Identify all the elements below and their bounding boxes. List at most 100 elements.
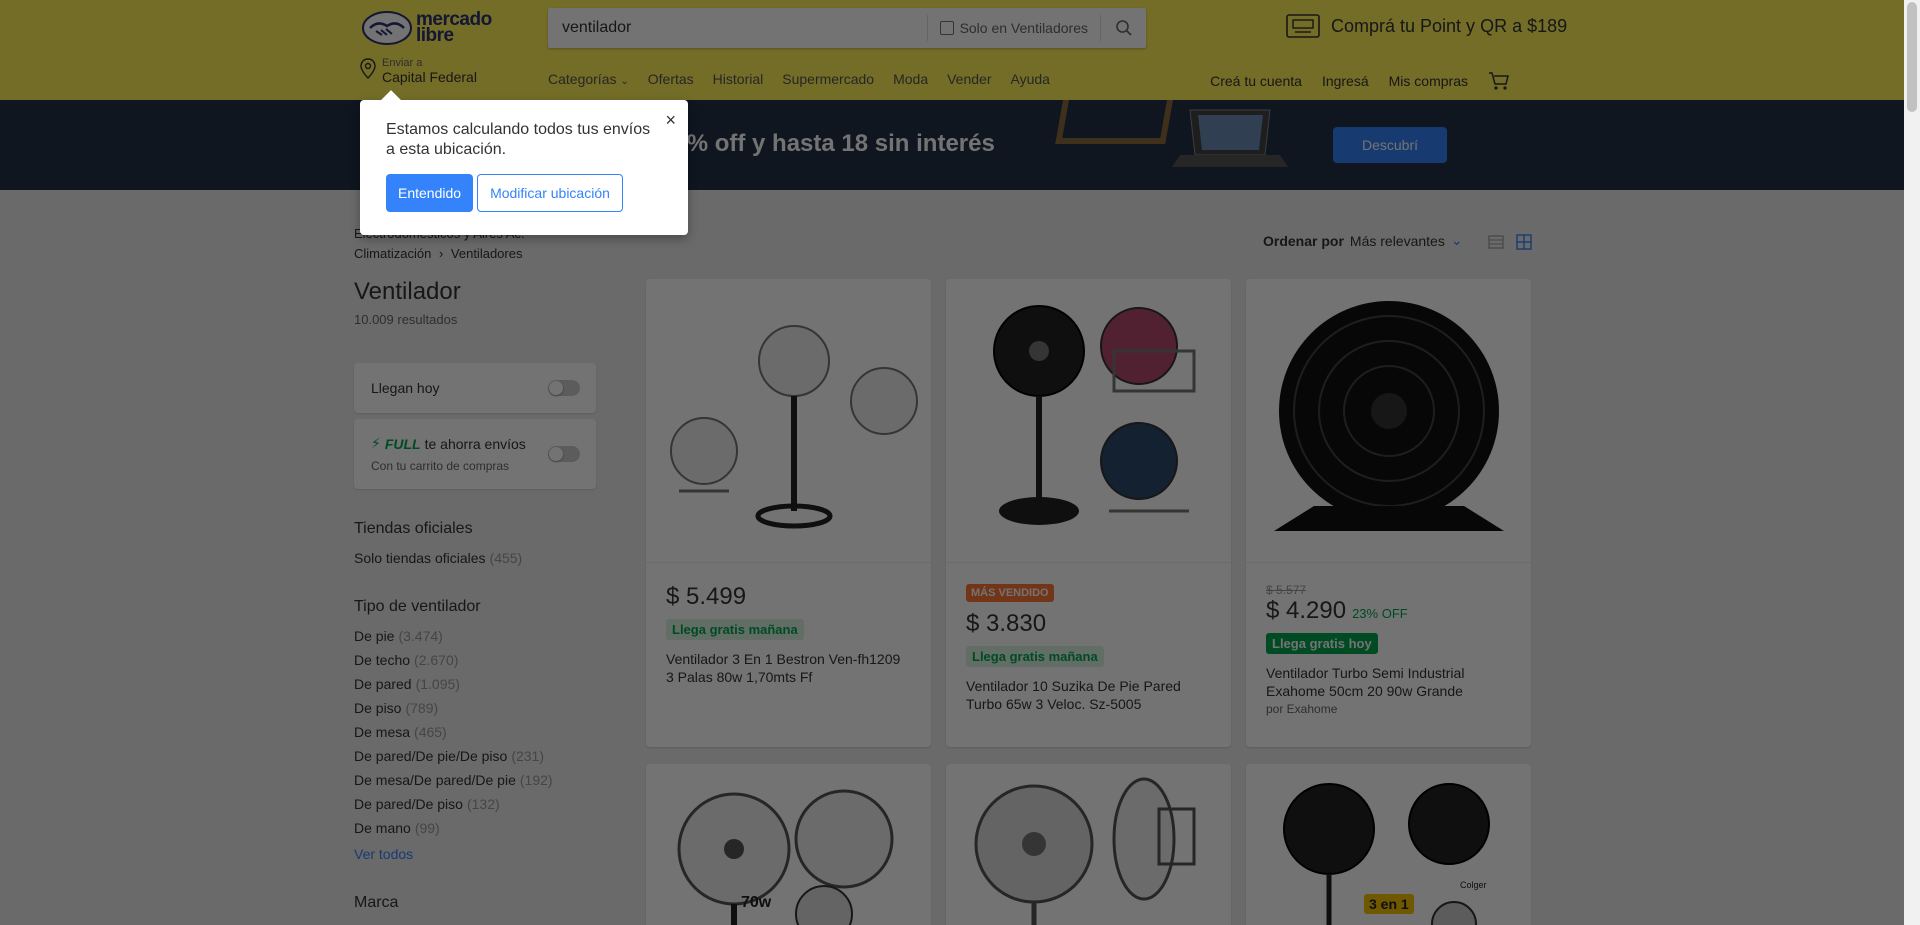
cart-icon[interactable] [1488, 71, 1510, 91]
shipping-badge: Llega gratis hoy [1266, 633, 1378, 654]
promo-text: Comprá tu Point y QR a $189 [1331, 15, 1568, 36]
close-icon[interactable]: × [665, 110, 676, 131]
banner-text: a 40% off y hasta 18 sin interés [640, 130, 995, 157]
filter-tipo-item[interactable]: De pared (1.095) [354, 672, 553, 696]
banner-discover-button[interactable]: Descubrí [1333, 127, 1447, 163]
filter-tipo-item[interactable]: De pared/De pie/De piso (231) [354, 744, 553, 768]
product-price: $ 4.290 [1266, 597, 1347, 624]
filter-tipo-item[interactable]: De pie (3.474) [354, 624, 553, 648]
scrollbar-thumb[interactable] [1907, 2, 1917, 112]
product-image[interactable] [1246, 279, 1531, 563]
product-image[interactable]: 70w [646, 764, 931, 925]
shipping-badge: Llega gratis mañana [666, 619, 804, 640]
create-account-link[interactable]: Creá tu cuenta [1210, 73, 1302, 89]
search-input[interactable] [548, 8, 927, 48]
location-pin-icon [360, 58, 376, 79]
filter-tipo-item[interactable]: De techo (2.670) [354, 648, 553, 672]
product-card[interactable] [946, 764, 1231, 925]
filter-tipo-item[interactable]: De mano (99) [354, 816, 553, 840]
filter-solo-tiendas-label: Solo tiendas oficiales [354, 550, 486, 566]
product-card[interactable]: $ 5.577 $ 4.290 23% OFF Llega gratis hoy … [1246, 279, 1531, 747]
breadcrumb-item-ventiladores[interactable]: Ventiladores [451, 246, 523, 261]
product-title[interactable]: Ventilador 10 Suzika De Pie Pared Turbo … [966, 677, 1211, 713]
watt-tag: 70w [741, 894, 772, 911]
promo-banner[interactable]: a 40% off y hasta 18 sin interés Descubr… [0, 100, 1904, 190]
my-purchases-link[interactable]: Mis compras [1389, 73, 1468, 89]
nav-categorias[interactable]: Categorías ⌄ [548, 71, 629, 87]
shipping-badge: Llega gratis mañana [966, 646, 1104, 667]
sort-label: Ordenar por [1263, 232, 1344, 249]
full-label: FULL [384, 435, 421, 452]
category-checkbox[interactable] [939, 21, 954, 35]
product-price: $ 5.499 [666, 583, 747, 610]
entendido-button[interactable]: Entendido [386, 174, 474, 212]
location-value: Capital Federal [382, 69, 477, 85]
tipo-ventilador-list: De pie (3.474) De techo (2.670) De pared (1… [354, 624, 553, 866]
product-price: $ 3.830 [966, 610, 1047, 637]
tiendas-oficiales-list: Solo tiendas oficiales (455) [354, 546, 522, 570]
search-icon [1115, 20, 1132, 36]
shelf-decoration [1055, 100, 1175, 144]
nav-ofertas[interactable]: Ofertas [648, 71, 694, 87]
grid-view-icon[interactable] [1516, 234, 1532, 250]
filter-llegan-hoy[interactable]: Llegan hoy [354, 363, 596, 413]
page-title: Ventilador [354, 278, 461, 305]
ver-todos-link[interactable]: Ver todos [354, 842, 553, 866]
modificar-ubicacion-button[interactable]: Modificar ubicación [477, 174, 623, 212]
tiendas-oficiales-heading: Tiendas oficiales [354, 520, 473, 537]
product-card[interactable]: $ 5.499 Llega gratis mañana Ventilador 3… [646, 279, 931, 747]
product-card[interactable]: 3 en 1 Colger [1246, 764, 1531, 925]
list-view-icon[interactable] [1488, 234, 1504, 250]
chevron-down-icon: ⌄ [620, 76, 629, 87]
filter-tipo-count: (192) [519, 772, 553, 788]
filter-tipo-label: De pared [354, 676, 412, 692]
product-image[interactable] [646, 279, 931, 563]
laptop-image [1172, 109, 1288, 167]
product-card[interactable]: MÁS VENDIDO $ 3.830 Llega gratis mañana … [946, 279, 1231, 747]
product-card[interactable]: 70w [646, 764, 931, 925]
nav-historial[interactable]: Historial [713, 71, 764, 87]
filter-tipo-item[interactable]: De piso (789) [354, 696, 553, 720]
search-category-filter[interactable]: Solo en Ventiladores [926, 15, 1100, 41]
location-selector[interactable]: Enviar a Capital Federal [358, 57, 477, 85]
filter-tipo-label: De techo [354, 652, 411, 668]
nav-ayuda[interactable]: Ayuda [1010, 71, 1049, 87]
llegan-hoy-toggle[interactable] [548, 380, 580, 396]
login-link[interactable]: Ingresá [1322, 73, 1369, 89]
point-device-icon [1286, 14, 1320, 38]
header: mercado libre Solo en Ventiladores Compr… [0, 0, 1904, 100]
breadcrumb-item-climatizacion[interactable]: Climatización [354, 246, 431, 261]
nav-moda[interactable]: Moda [893, 71, 928, 87]
filter-full[interactable]: ⚡ FULL te ahorra envíos Con tu carrito d… [354, 419, 596, 489]
fan-image [677, 789, 893, 925]
nav-supermercado[interactable]: Supermercado [782, 71, 874, 87]
filter-tipo-item[interactable]: De mesa (465) [354, 720, 553, 744]
full-subtext: Con tu carrito de compras [371, 459, 510, 473]
filter-solo-tiendas[interactable]: Solo tiendas oficiales (455) [354, 546, 522, 570]
product-image[interactable]: 3 en 1 Colger [1246, 764, 1531, 925]
sort-control[interactable]: Ordenar por Más relevantes ⌄ [1263, 232, 1463, 249]
logo-line-2: libre [416, 25, 454, 46]
point-promo[interactable]: Comprá tu Point y QR a $189 [1285, 12, 1567, 40]
full-toggle[interactable] [548, 446, 580, 462]
filter-tipo-label: De pared/De pie/De piso [354, 748, 508, 764]
filter-tipo-count: (3.474) [398, 628, 443, 644]
filter-tipo-item[interactable]: De pared/De piso (132) [354, 792, 553, 816]
product-image[interactable] [946, 279, 1231, 563]
product-image[interactable] [946, 764, 1231, 925]
search-button[interactable] [1100, 15, 1146, 41]
mercadolibre-logo[interactable]: mercado libre [362, 8, 502, 48]
marca-heading: Marca [354, 894, 399, 911]
combo-tag: 3 en 1 [1364, 894, 1414, 914]
nav-vender[interactable]: Vender [947, 71, 991, 87]
chevron-down-icon: ⌄ [1450, 232, 1463, 248]
discount-label: 23% OFF [1352, 606, 1408, 621]
product-old-price: $ 5.577 [1266, 583, 1307, 597]
page-scrollbar[interactable] [1904, 0, 1920, 925]
filter-tipo-label: De mesa/De pared/De pie [354, 772, 516, 788]
filter-tipo-label: De pared/De piso [354, 796, 463, 812]
product-title[interactable]: Ventilador 3 En 1 Bestron Ven-fh1209 3 P… [666, 650, 911, 686]
fan-turbo-image [1273, 300, 1504, 531]
product-title[interactable]: Ventilador Turbo Semi Industrial Exahome… [1266, 664, 1511, 700]
filter-tipo-item[interactable]: De mesa/De pared/De pie (192) [354, 768, 553, 792]
